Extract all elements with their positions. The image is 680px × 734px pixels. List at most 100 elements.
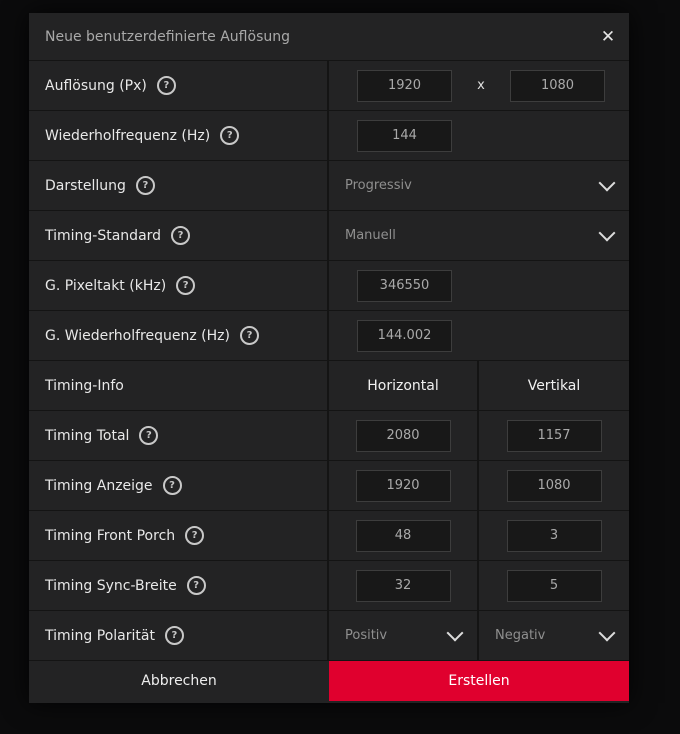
timing-display-label: Timing Anzeige — [45, 477, 153, 494]
chevron-down-icon — [598, 174, 616, 191]
resolution-height-input[interactable]: 1080 — [510, 69, 605, 102]
timing-display-h-input[interactable]: 1920 — [355, 469, 451, 502]
close-icon[interactable]: ✕ — [595, 24, 621, 50]
row-refresh-rate: Wiederholfrequenz (Hz) ? 144 — [29, 111, 629, 161]
row-timing-info: Timing-Info Horizontal Vertikal — [29, 361, 629, 411]
sync-width-label: Timing Sync-Breite — [45, 577, 177, 594]
vertical-header: Vertikal — [527, 377, 581, 394]
dialog-titlebar: Neue benutzerdefinierte Auflösung ✕ — [29, 13, 629, 61]
cancel-button[interactable]: Abbrechen — [29, 661, 329, 701]
refresh-label-cell: Wiederholfrequenz (Hz) ? — [29, 111, 329, 160]
pixel-clock-input[interactable]: 346550 — [357, 269, 452, 302]
front-porch-label-cell: Timing Front Porch ? — [29, 511, 329, 560]
front-porch-v-input[interactable]: 3 — [506, 519, 602, 552]
timing-total-values: 2080 1157 — [329, 411, 629, 460]
timing-info-label: Timing-Info — [45, 377, 124, 394]
polarity-v-dropdown[interactable]: Negativ — [479, 611, 629, 660]
sync-width-label-cell: Timing Sync-Breite ? — [29, 561, 329, 610]
resolution-width-input[interactable]: 1920 — [357, 69, 452, 102]
front-porch-v-cell: 3 — [479, 511, 629, 560]
front-porch-h-input[interactable]: 48 — [355, 519, 451, 552]
sync-width-values: 32 5 — [329, 561, 629, 610]
help-icon[interactable]: ? — [185, 526, 205, 545]
timing-display-label-cell: Timing Anzeige ? — [29, 461, 329, 510]
row-refresh-result: G. Wiederholfrequenz (Hz) ? 144.002 — [29, 311, 629, 361]
timing-standard-dropdown[interactable]: Manuell — [329, 211, 629, 260]
horizontal-header: Horizontal — [329, 361, 479, 410]
row-timing-display: Timing Anzeige ? 1920 1080 — [29, 461, 629, 511]
chevron-down-icon — [598, 224, 616, 241]
display-mode-value: Progressiv — [345, 178, 412, 193]
row-display-mode: Darstellung ? Progressiv — [29, 161, 629, 211]
refresh-rate-input[interactable]: 144 — [357, 119, 452, 152]
timing-standard-label: Timing-Standard — [45, 227, 162, 244]
front-porch-values: 48 3 — [329, 511, 629, 560]
timing-display-values: 1920 1080 — [329, 461, 629, 510]
chevron-down-icon — [446, 624, 464, 641]
polarity-v-value: Negativ — [495, 628, 546, 643]
sync-width-v-input[interactable]: 5 — [506, 569, 602, 602]
help-icon[interactable]: ? — [171, 226, 191, 245]
sync-width-h-input[interactable]: 32 — [355, 569, 451, 602]
help-icon[interactable]: ? — [139, 426, 159, 445]
help-icon[interactable]: ? — [176, 276, 196, 295]
polarity-label: Timing Polarität — [45, 627, 155, 644]
front-porch-label: Timing Front Porch — [45, 527, 176, 544]
display-label: Darstellung — [45, 177, 126, 194]
row-timing-front-porch: Timing Front Porch ? 48 3 — [29, 511, 629, 561]
timing-info-label-cell: Timing-Info — [29, 361, 329, 410]
polarity-values: Positiv Negativ — [329, 611, 629, 660]
resolution-label-cell: Auflösung (Px) ? — [29, 61, 329, 110]
help-icon[interactable]: ? — [156, 76, 176, 95]
timing-total-v-input[interactable]: 1157 — [506, 419, 602, 452]
row-resolution: Auflösung (Px) ? 1920 x 1080 — [29, 61, 629, 111]
timing-total-label: Timing Total — [45, 427, 130, 444]
timing-display-h-cell: 1920 — [329, 461, 479, 510]
help-icon[interactable]: ? — [186, 576, 206, 595]
refresh-label: Wiederholfrequenz (Hz) — [45, 127, 211, 144]
refresh-result-input[interactable]: 144.002 — [357, 319, 452, 352]
timing-display-v-input[interactable]: 1080 — [506, 469, 602, 502]
polarity-label-cell: Timing Polarität ? — [29, 611, 329, 660]
row-timing-sync-width: Timing Sync-Breite ? 32 5 — [29, 561, 629, 611]
timing-display-v-cell: 1080 — [479, 461, 629, 510]
dialog-title: Neue benutzerdefinierte Auflösung — [45, 28, 290, 45]
help-icon[interactable]: ? — [162, 476, 182, 495]
pixel-clock-label: G. Pixeltakt (kHz) — [45, 277, 167, 294]
polarity-h-dropdown[interactable]: Positiv — [329, 611, 479, 660]
refresh-values: 144 — [329, 111, 629, 160]
resolution-separator: x — [477, 78, 485, 93]
resolution-label: Auflösung (Px) — [45, 77, 147, 94]
help-icon[interactable]: ? — [135, 176, 155, 195]
row-timing-polarity: Timing Polarität ? Positiv Negativ — [29, 611, 629, 661]
timing-standard-value: Manuell — [345, 228, 396, 243]
timing-total-label-cell: Timing Total ? — [29, 411, 329, 460]
pixel-clock-label-cell: G. Pixeltakt (kHz) ? — [29, 261, 329, 310]
display-mode-dropdown[interactable]: Progressiv — [329, 161, 629, 210]
sync-width-v-cell: 5 — [479, 561, 629, 610]
polarity-h-value: Positiv — [345, 628, 388, 643]
sync-width-h-cell: 32 — [329, 561, 479, 610]
refresh-result-label-cell: G. Wiederholfrequenz (Hz) ? — [29, 311, 329, 360]
refresh-result-values: 144.002 — [329, 311, 629, 360]
row-timing-total: Timing Total ? 2080 1157 — [29, 411, 629, 461]
timing-total-v-cell: 1157 — [479, 411, 629, 460]
pixel-clock-values: 346550 — [329, 261, 629, 310]
help-icon[interactable]: ? — [220, 126, 240, 145]
timing-standard-label-cell: Timing-Standard ? — [29, 211, 329, 260]
help-icon[interactable]: ? — [164, 626, 184, 645]
row-timing-standard: Timing-Standard ? Manuell — [29, 211, 629, 261]
dialog-footer: Abbrechen Erstellen — [29, 661, 629, 701]
help-icon[interactable]: ? — [239, 326, 259, 345]
display-label-cell: Darstellung ? — [29, 161, 329, 210]
row-pixel-clock: G. Pixeltakt (kHz) ? 346550 — [29, 261, 629, 311]
timing-info-headers: Horizontal Vertikal — [329, 361, 629, 410]
chevron-down-icon — [598, 624, 616, 641]
front-porch-h-cell: 48 — [329, 511, 479, 560]
resolution-values: 1920 x 1080 — [329, 61, 629, 110]
refresh-result-label: G. Wiederholfrequenz (Hz) — [45, 327, 230, 344]
timing-total-h-input[interactable]: 2080 — [355, 419, 451, 452]
custom-resolution-dialog: Neue benutzerdefinierte Auflösung ✕ Aufl… — [29, 13, 629, 703]
timing-total-h-cell: 2080 — [329, 411, 479, 460]
create-button[interactable]: Erstellen — [329, 661, 629, 701]
